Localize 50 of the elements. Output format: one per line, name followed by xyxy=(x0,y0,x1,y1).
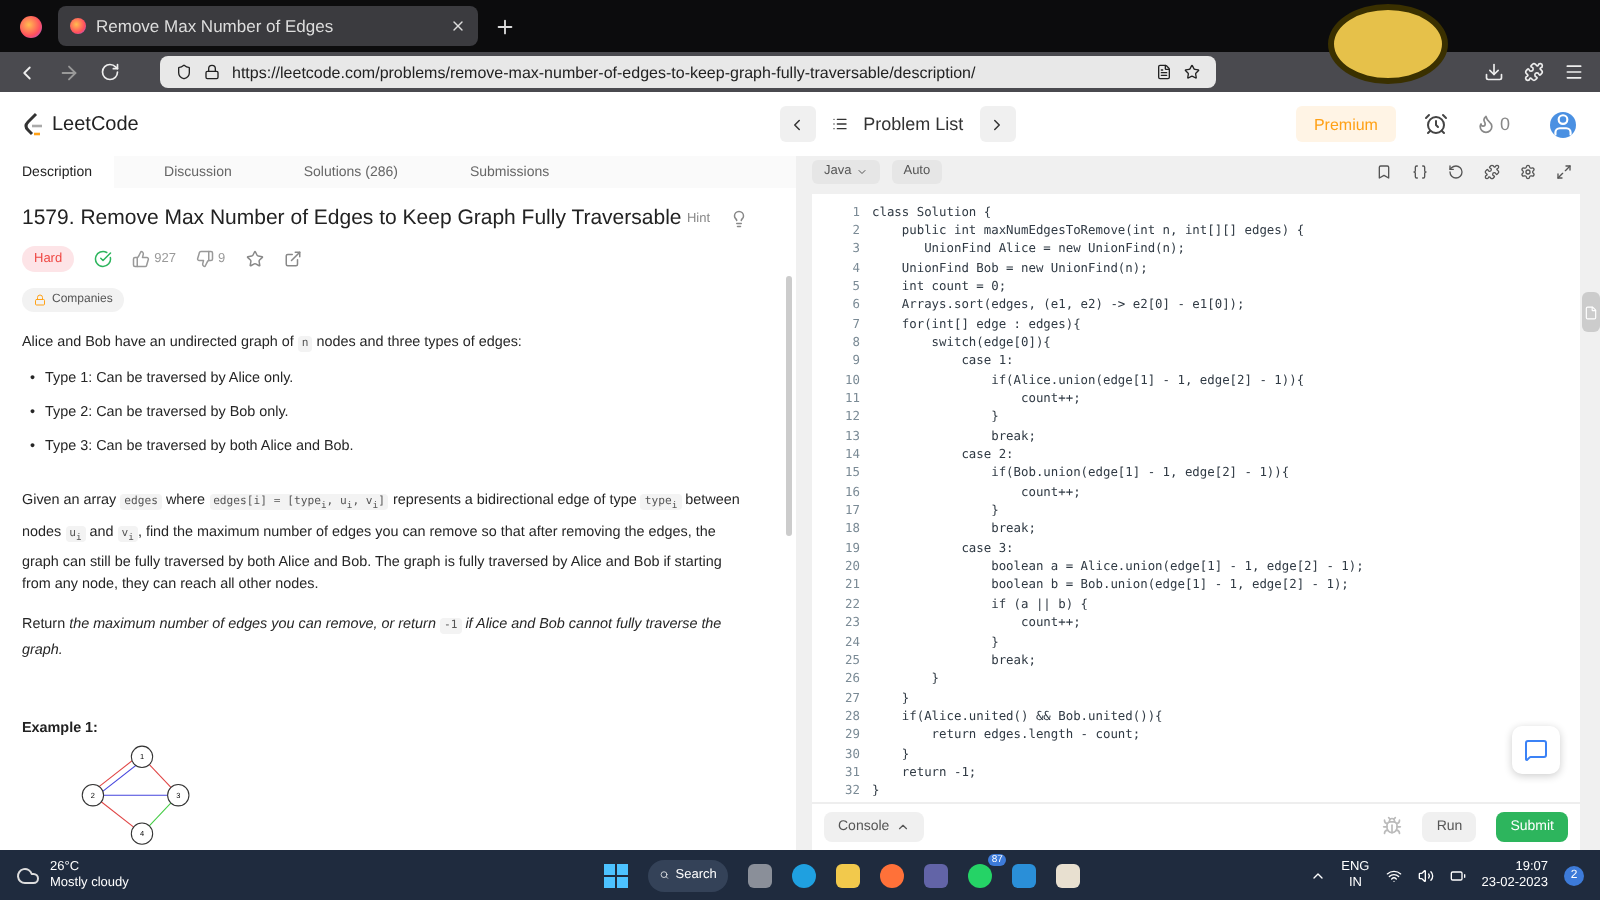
chevron-up-icon xyxy=(895,819,910,834)
reload-icon[interactable] xyxy=(100,62,120,82)
streak-button[interactable]: 0 xyxy=(1475,114,1510,134)
shield-icon xyxy=(176,64,192,80)
start-icon[interactable] xyxy=(604,863,629,887)
feedback-button[interactable] xyxy=(1512,725,1560,774)
volume-icon xyxy=(1417,867,1434,883)
lightbulb-icon[interactable] xyxy=(730,209,748,227)
share-icon[interactable] xyxy=(283,250,302,268)
download-icon[interactable] xyxy=(1484,62,1504,82)
weather-icon xyxy=(16,863,40,887)
wifi-icon xyxy=(1385,867,1402,883)
reset-icon[interactable] xyxy=(1448,163,1464,180)
file-icon xyxy=(1584,305,1598,319)
extensions-icon[interactable] xyxy=(1524,62,1544,82)
thumbs-up-icon xyxy=(132,250,151,268)
battery-icon xyxy=(1449,867,1466,883)
problem-title: 1579. Remove Max Number of Edges to Keep Graph Fully Traversable xyxy=(22,206,682,230)
lock-icon xyxy=(204,64,220,80)
tab-title: Remove Max Number of Edges xyxy=(96,16,334,36)
address-bar[interactable]: https://leetcode.com/problems/remove-max-number-of-edges-to-keep-graph-fully-traversable/description/ xyxy=(160,56,1216,88)
logo-text: LeetCode xyxy=(52,113,139,135)
avatar-icon[interactable] xyxy=(1550,111,1576,137)
braces-icon[interactable] xyxy=(1412,163,1428,180)
bookmark-icon[interactable] xyxy=(1376,163,1392,180)
expand-icon[interactable] xyxy=(1556,163,1572,180)
chat-icon xyxy=(1524,737,1548,762)
browser-logo-icon xyxy=(20,15,42,37)
logo-icon xyxy=(24,112,44,136)
search-icon xyxy=(660,868,670,882)
menu-icon[interactable] xyxy=(1564,62,1584,82)
settings-icon[interactable] xyxy=(1520,163,1536,180)
flame-icon xyxy=(1475,114,1496,134)
code-editor[interactable] xyxy=(812,193,1580,802)
problem-list-link[interactable]: Problem List xyxy=(831,114,964,134)
tab-favicon-icon xyxy=(70,18,86,34)
caret-icon xyxy=(855,165,868,178)
new-tab-icon[interactable] xyxy=(494,15,516,37)
puzzle-icon[interactable] xyxy=(1484,163,1500,180)
close-icon[interactable] xyxy=(450,18,466,34)
list-icon xyxy=(831,116,848,132)
favorite-star-icon[interactable] xyxy=(245,250,264,268)
alarm-clock-icon[interactable] xyxy=(1423,112,1448,136)
lock-icon xyxy=(34,294,46,306)
url-text: https://leetcode.com/problems/remove-max-number-of-edges-to-keep-graph-fully-traversable/description/ xyxy=(232,63,976,81)
forward-icon[interactable] xyxy=(58,61,80,83)
thumbs-down-icon xyxy=(195,250,214,268)
bookmark-star-icon[interactable] xyxy=(1184,64,1200,80)
browser-tab[interactable]: Remove Max Number of Edges xyxy=(58,6,478,46)
reader-icon[interactable] xyxy=(1156,64,1172,80)
